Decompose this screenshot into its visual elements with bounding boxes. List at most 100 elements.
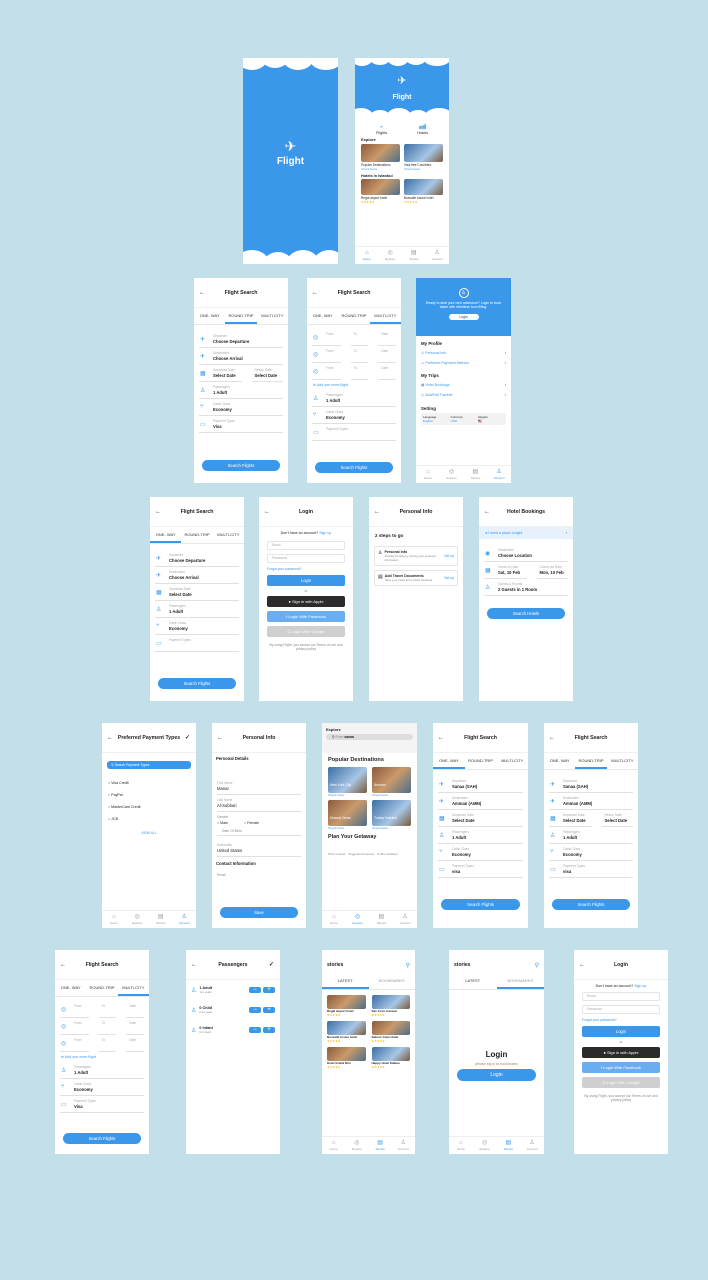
tab-latest[interactable]: LATEST bbox=[322, 973, 369, 989]
passengers-field[interactable]: ♙ Passengers 1 Adult bbox=[438, 827, 523, 844]
return-date-field[interactable]: Return Date Select Date bbox=[601, 810, 633, 827]
cabin-class-field[interactable]: ⑂ Cabin Class Economy bbox=[549, 844, 633, 861]
nav-explore[interactable]: ◎ Explore bbox=[379, 247, 403, 264]
cabin-class-field[interactable]: ⑂ Cabin Class Economy bbox=[312, 407, 396, 424]
date-field[interactable]: Date bbox=[378, 363, 397, 380]
back-arrow-icon[interactable]: ← bbox=[374, 509, 380, 515]
arrival-field[interactable]: ✈ Destination Choose Arrival bbox=[155, 567, 239, 584]
city-card[interactable]: Amman Check fares bbox=[372, 767, 411, 797]
payment-option[interactable]: ○ MasterCard Credit bbox=[102, 801, 196, 813]
departure-date-field[interactable]: ▦ Departure Date Select Date bbox=[199, 365, 242, 382]
departure-field[interactable]: ✈ Departure Sanaa (SAH) bbox=[438, 776, 523, 793]
add-flight-link[interactable]: ⊕ Add one more flight bbox=[55, 1052, 149, 1062]
back-arrow-icon[interactable]: ← bbox=[107, 735, 113, 741]
nav-home[interactable]: ⌂ Home bbox=[102, 911, 126, 928]
hotel-card[interactable]: Regal airport hotel ★★★★★ bbox=[361, 179, 400, 204]
nav-stories[interactable]: ▤ Stories bbox=[370, 911, 394, 928]
search-flights-button[interactable]: Search Flights bbox=[315, 462, 393, 473]
menu-payment-method[interactable]: ▭ Preferred Payment Method › bbox=[416, 358, 511, 368]
tab-latest[interactable]: LATEST bbox=[449, 973, 497, 989]
bookmarks-login-button[interactable]: Login bbox=[457, 1069, 536, 1081]
date-field[interactable]: Date bbox=[126, 1001, 145, 1018]
google-login-button[interactable]: G Login With Google bbox=[267, 626, 345, 637]
tab-one-way[interactable]: ONE- WAY bbox=[433, 753, 465, 769]
tab-round-trip[interactable]: ROUND-TRIP bbox=[86, 980, 117, 996]
payment-type-field[interactable]: ▭ Payment Types visa bbox=[438, 861, 523, 878]
nav-home[interactable]: ⌂ Home bbox=[322, 911, 346, 928]
tab-multi-city[interactable]: MULTI-CITY bbox=[607, 753, 638, 769]
city-card[interactable]: New York City Check fares bbox=[328, 767, 367, 797]
travel-docs-card[interactable]: ▤ Add Travel Documents Save your travel I… bbox=[374, 570, 458, 586]
destination-field[interactable]: ◉ Destination Choose Location bbox=[484, 545, 568, 562]
departure-field[interactable]: ✈ Departure Choose Departure bbox=[155, 550, 239, 567]
forgot-password-link[interactable]: Forgot your password? bbox=[259, 563, 353, 575]
email-input[interactable]: Email bbox=[582, 992, 660, 1001]
search-icon[interactable]: ⚲ bbox=[535, 962, 539, 969]
to-field[interactable]: To bbox=[350, 346, 369, 363]
back-arrow-icon[interactable]: ← bbox=[217, 735, 223, 741]
nav-account[interactable]: ♙ Account bbox=[393, 911, 417, 928]
arrival-field[interactable]: ✈ Destination Amman (AMM) bbox=[438, 793, 523, 810]
last-name-field[interactable]: Last Name Al-Subbari bbox=[217, 795, 301, 812]
search-icon[interactable]: ⚲ bbox=[406, 962, 410, 969]
tab-one-way[interactable]: ONE- WAY bbox=[544, 753, 575, 769]
to-field[interactable]: To bbox=[350, 329, 369, 346]
payment-search-input[interactable]: ⚲ Search Payment Types bbox=[107, 761, 191, 769]
story-card[interactable]: Hotel Grand Rim ★★★★★ bbox=[327, 1047, 366, 1069]
nav-stories[interactable]: ▤ Stories bbox=[402, 247, 426, 264]
departure-date-field[interactable]: ▦ Departure Date Select Date bbox=[155, 584, 239, 601]
nationality-field[interactable]: Nationality United States bbox=[217, 840, 301, 857]
menu-hotel-bookings[interactable]: ▦ Hotel Bookings › bbox=[416, 380, 511, 390]
passengers-field[interactable]: ♙ Passengers 1 Adult bbox=[312, 390, 396, 407]
back-arrow-icon[interactable]: ← bbox=[199, 290, 205, 296]
login-button[interactable]: Login bbox=[267, 575, 345, 586]
plus-button[interactable]: + bbox=[263, 1027, 275, 1033]
save-button[interactable]: Save bbox=[220, 907, 298, 918]
filter-chip[interactable]: Price Lowest bbox=[328, 852, 345, 856]
payment-type-field[interactable]: ▭ Payment Types bbox=[312, 424, 396, 441]
from-field[interactable]: ◎ From bbox=[60, 1001, 89, 1018]
login-button[interactable]: Login bbox=[582, 1026, 660, 1037]
from-field[interactable]: ◎ From bbox=[60, 1018, 89, 1035]
story-card[interactable]: Saboor Cave Hotel ★★★★★ bbox=[371, 1021, 410, 1043]
language-setting[interactable]: Language English bbox=[423, 415, 449, 423]
forgot-password-link[interactable]: Forgot your password? bbox=[574, 1014, 668, 1026]
to-field[interactable]: To bbox=[98, 1035, 117, 1052]
currency-setting[interactable]: Currency USD bbox=[451, 415, 477, 423]
minus-button[interactable]: − bbox=[249, 1027, 261, 1033]
facebook-login-button[interactable]: f Login With Facebook bbox=[267, 611, 345, 622]
payment-option[interactable]: ○ Visa Credit bbox=[102, 777, 196, 789]
menu-traveler[interactable]: ◎ Add/Edit Traveler › bbox=[416, 390, 511, 400]
back-arrow-icon[interactable]: ← bbox=[155, 509, 161, 515]
nav-explore[interactable]: ◎ Explore bbox=[473, 1137, 497, 1154]
setup-button[interactable]: Set up bbox=[444, 554, 454, 558]
add-flight-link[interactable]: ⊕ Add one more flight bbox=[307, 380, 401, 390]
date-field[interactable]: Date bbox=[378, 346, 397, 363]
payment-type-field[interactable]: ▭ Payment Types bbox=[155, 635, 239, 652]
to-field[interactable]: To bbox=[350, 363, 369, 380]
guests-field[interactable]: ♙ Guests & Rooms 2 Guests in 1 Room bbox=[484, 579, 568, 596]
return-date-field[interactable]: Return Date Select Date bbox=[251, 365, 283, 382]
nav-account[interactable]: ♙ Account bbox=[520, 1137, 544, 1154]
nav-explore[interactable]: ◎ Explore bbox=[440, 466, 464, 483]
story-card[interactable]: Happy Hotel Kalkan ★★★★★ bbox=[371, 1047, 410, 1069]
city-card[interactable]: Muscat Oman Check fares bbox=[328, 800, 367, 830]
signup-link[interactable]: Sign up bbox=[319, 531, 331, 535]
google-login-button[interactable]: G Login With Google bbox=[582, 1077, 660, 1088]
passengers-field[interactable]: ♙ Passengers 1 Adult bbox=[549, 827, 633, 844]
cabin-class-field[interactable]: ⑂ Cabin Class Economy bbox=[60, 1079, 144, 1096]
payment-type-field[interactable]: ▭ Payment Types Visa bbox=[199, 416, 283, 433]
tab-one-way[interactable]: ONE- WAY bbox=[55, 980, 86, 996]
tab-one-way[interactable]: ONE- WAY bbox=[194, 308, 225, 324]
back-arrow-icon[interactable]: ← bbox=[438, 735, 444, 741]
nav-account[interactable]: ♙ Account bbox=[487, 466, 511, 483]
gender-female-radio[interactable]: ○ Female bbox=[244, 821, 259, 825]
minus-button[interactable]: − bbox=[249, 1007, 261, 1013]
nav-explore[interactable]: ◎ Explore bbox=[346, 911, 370, 928]
date-field[interactable]: Date bbox=[378, 329, 397, 346]
view-all-link[interactable]: VIEW ALL bbox=[102, 825, 196, 835]
back-arrow-icon[interactable]: ← bbox=[579, 962, 585, 968]
search-flights-button[interactable]: Search Flights bbox=[63, 1133, 141, 1144]
menu-personal-info[interactable]: ♙ Personal Info › bbox=[416, 348, 511, 358]
email-input[interactable]: Email bbox=[267, 541, 345, 550]
